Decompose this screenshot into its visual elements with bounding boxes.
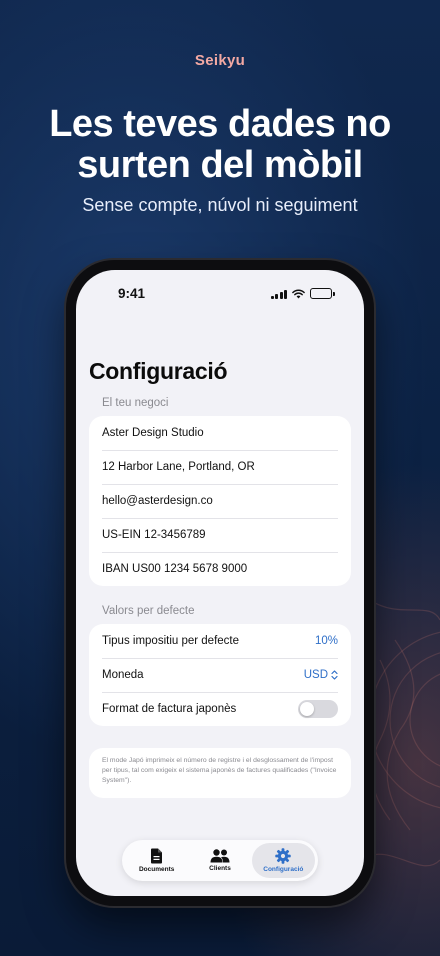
tab-documents[interactable]: Documents	[125, 843, 188, 878]
status-bar: 9:41	[76, 286, 364, 306]
japanese-invoice-toggle[interactable]	[298, 700, 338, 718]
status-time: 9:41	[118, 286, 146, 301]
currency-row[interactable]: Moneda USD	[89, 658, 351, 692]
signal-icon	[270, 289, 287, 299]
battery-icon	[310, 288, 335, 299]
tab-settings[interactable]: Configuració	[251, 843, 315, 878]
wifi-icon	[292, 288, 305, 298]
business-address-row[interactable]: 12 Harbor Lane, Portland, OR	[89, 450, 351, 484]
tab-clients[interactable]: Clients	[188, 843, 251, 878]
promo-headline: Les teves dades no surten del mòbil	[49, 103, 391, 186]
japanese-invoice-row: Format de factura japonès	[89, 692, 351, 726]
page-title: Configuració	[89, 358, 228, 384]
business-tax-id-row[interactable]: US-EIN 12-3456789	[89, 518, 351, 552]
currency-value: USD	[303, 669, 328, 681]
chevron-up-down-icon	[331, 670, 338, 680]
japan-mode-footnote: El mode Japó imprimeix el número de regi…	[89, 748, 351, 798]
default-tax-value: 10%	[314, 635, 338, 647]
defaults-card: Tipus impositiu per defecte 10% Moneda U…	[89, 624, 351, 726]
people-icon	[210, 849, 230, 863]
default-tax-row[interactable]: Tipus impositiu per defecte 10%	[89, 624, 351, 658]
document-icon	[151, 848, 163, 864]
business-card: Aster Design Studio 12 Harbor Lane, Port…	[89, 416, 351, 586]
promo-subline: Sense compte, núvol ni seguiment	[82, 195, 358, 215]
business-name-row[interactable]: Aster Design Studio	[89, 416, 351, 450]
phone-frame: 9:41 Configuració El teu negoci Aster De…	[66, 260, 374, 906]
defaults-section-label: Valors per defecte	[102, 605, 195, 617]
gear-icon	[275, 848, 292, 864]
tab-bar: Documents Clients Configuració	[122, 840, 318, 881]
business-section-label: El teu negoci	[102, 397, 169, 409]
business-iban-row[interactable]: IBAN US00 1234 5678 9000	[89, 552, 351, 586]
phone-screen: 9:41 Configuració El teu negoci Aster De…	[76, 270, 364, 896]
brand-name: Seikyu	[194, 52, 246, 69]
business-email-row[interactable]: hello@asterdesign.co	[89, 484, 351, 518]
